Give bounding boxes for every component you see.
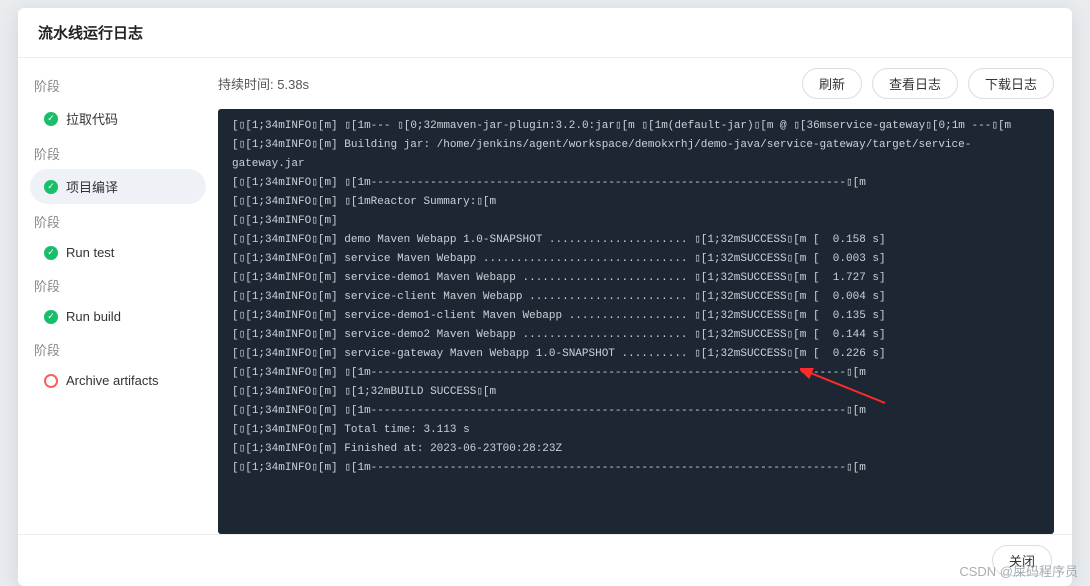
refresh-button[interactable]: 刷新 — [802, 68, 862, 99]
success-icon: ✓ — [44, 180, 58, 194]
stage-name: Archive artifacts — [66, 373, 158, 388]
log-line: gateway.jar — [232, 155, 1040, 174]
log-line: [▯[1;34mINFO▯[m] ▯[1m-------------------… — [232, 174, 1040, 193]
stage-name: 拉取代码 — [66, 109, 118, 128]
action-buttons: 刷新 查看日志 下载日志 — [802, 68, 1054, 99]
stage-label: 阶段 — [34, 276, 202, 295]
duration-label: 持续时间: — [218, 77, 274, 92]
log-line: [▯[1;34mINFO▯[m] ▯[1m-------------------… — [232, 459, 1040, 478]
pending-icon — [44, 374, 58, 388]
view-log-button[interactable]: 查看日志 — [872, 68, 958, 99]
stage-item-run-test[interactable]: ✓ Run test — [30, 237, 206, 268]
log-line: [▯[1;34mINFO▯[m] service-demo1-client Ma… — [232, 307, 1040, 326]
log-terminal[interactable]: [▯[1;34mINFO▯[m] ▯[1m--- ▯[0;32mmaven-ja… — [218, 109, 1054, 534]
stage-label: 阶段 — [34, 76, 202, 95]
stages-sidebar: 阶段 ✓ 拉取代码 阶段 ✓ 项目编译 阶段 ✓ Run test 阶段 ✓ R… — [18, 58, 218, 534]
log-line: [▯[1;34mINFO▯[m] service-gateway Maven W… — [232, 345, 1040, 364]
success-icon: ✓ — [44, 310, 58, 324]
stage-name: Run build — [66, 309, 121, 324]
content-header: 持续时间: 5.38s 刷新 查看日志 下载日志 — [218, 68, 1054, 99]
stage-name: Run test — [66, 245, 114, 260]
log-line: [▯[1;34mINFO▯[m] — [232, 212, 1040, 231]
log-line: [▯[1;34mINFO▯[m] Building jar: /home/jen… — [232, 136, 1040, 155]
log-line: [▯[1;34mINFO▯[m] service Maven Webapp ..… — [232, 250, 1040, 269]
stage-item-compile[interactable]: ✓ 项目编译 — [30, 169, 206, 204]
stage-label: 阶段 — [34, 144, 202, 163]
stage-item-archive[interactable]: Archive artifacts — [30, 365, 206, 396]
log-line: [▯[1;34mINFO▯[m] ▯[1mReactor Summary:▯[m — [232, 193, 1040, 212]
stage-name: 项目编译 — [66, 177, 118, 196]
log-line: [▯[1;34mINFO▯[m] ▯[1m-------------------… — [232, 402, 1040, 421]
stage-item-run-build[interactable]: ✓ Run build — [30, 301, 206, 332]
log-line: [▯[1;34mINFO▯[m] service-client Maven We… — [232, 288, 1040, 307]
log-line: [▯[1;34mINFO▯[m] ▯[1m--- ▯[0;32mmaven-ja… — [232, 117, 1040, 136]
log-content: 持续时间: 5.38s 刷新 查看日志 下载日志 [▯[1;34mINFO▯[m… — [218, 58, 1072, 534]
watermark: CSDN @屎码程序员 — [959, 561, 1078, 580]
stage-label: 阶段 — [34, 340, 202, 359]
modal-body: 阶段 ✓ 拉取代码 阶段 ✓ 项目编译 阶段 ✓ Run test 阶段 ✓ R… — [18, 58, 1072, 534]
log-line: [▯[1;34mINFO▯[m] ▯[1m-------------------… — [232, 364, 1040, 383]
log-line: [▯[1;34mINFO▯[m] Finished at: 2023-06-23… — [232, 440, 1040, 459]
success-icon: ✓ — [44, 112, 58, 126]
log-modal: 流水线运行日志 阶段 ✓ 拉取代码 阶段 ✓ 项目编译 阶段 ✓ Run tes… — [18, 8, 1072, 586]
log-line: [▯[1;34mINFO▯[m] service-demo2 Maven Web… — [232, 326, 1040, 345]
stage-label: 阶段 — [34, 212, 202, 231]
log-line: [▯[1;34mINFO▯[m] ▯[1;32mBUILD SUCCESS▯[m — [232, 383, 1040, 402]
download-log-button[interactable]: 下载日志 — [968, 68, 1054, 99]
log-line: [▯[1;34mINFO▯[m] service-demo1 Maven Web… — [232, 269, 1040, 288]
stage-item-pull-code[interactable]: ✓ 拉取代码 — [30, 101, 206, 136]
log-line: [▯[1;34mINFO▯[m] Total time: 3.113 s — [232, 421, 1040, 440]
success-icon: ✓ — [44, 246, 58, 260]
log-line: [▯[1;34mINFO▯[m] demo Maven Webapp 1.0-S… — [232, 231, 1040, 250]
modal-title: 流水线运行日志 — [18, 8, 1072, 58]
duration-value: 5.38s — [277, 77, 309, 92]
modal-footer: 关闭 — [18, 534, 1072, 586]
duration-display: 持续时间: 5.38s — [218, 74, 309, 93]
